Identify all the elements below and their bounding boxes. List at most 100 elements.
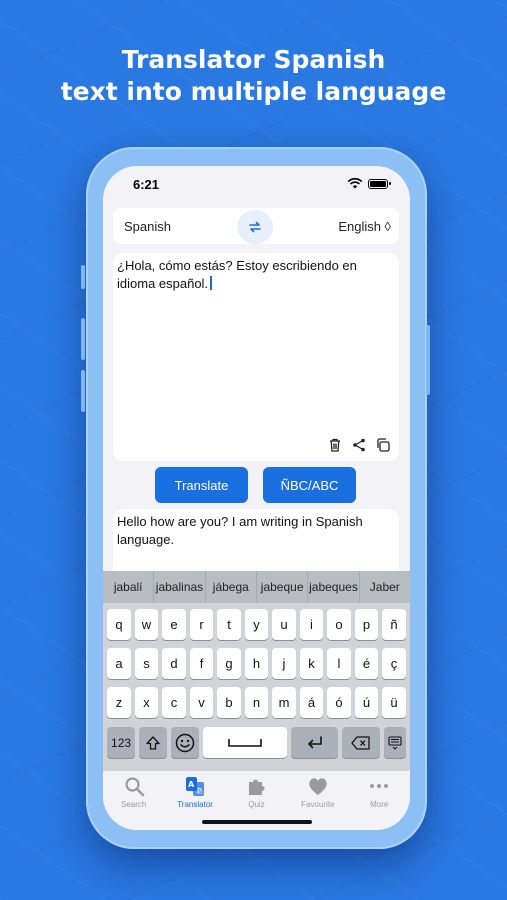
key-á[interactable]: á [299,687,324,718]
svg-text:あ: あ [196,787,203,795]
swap-languages-button[interactable] [237,210,273,244]
tab-label: Favourite [301,800,335,809]
shift-key[interactable] [139,727,168,758]
tab-label: Search [121,800,147,809]
translate-button[interactable]: Translate [155,467,248,503]
return-key[interactable] [291,727,339,758]
heart-icon [309,778,327,795]
status-bar: 6:21 [103,166,410,202]
keyboard-row-4: 123 [107,727,407,758]
backspace-icon [351,735,370,750]
key-l[interactable]: l [327,648,351,679]
key-y[interactable]: y [244,609,269,640]
delete-key[interactable] [342,727,380,758]
space-key[interactable] [203,727,288,758]
trash-icon[interactable] [327,437,343,453]
language-selector-bar: Spanish English ◊ [113,208,399,244]
svg-text:A: A [188,780,195,789]
key-ü[interactable]: ü [382,687,406,718]
key-u[interactable]: u [272,609,296,640]
wifi-icon [347,178,363,189]
puzzle-icon [249,779,265,795]
key-w[interactable]: w [134,609,159,640]
share-icon[interactable] [351,437,367,453]
app-screen: 6:21 Spanish English ◊ ¿Hola, cómo estás… [103,166,410,830]
status-time: 6:21 [133,177,160,192]
key-e[interactable]: e [162,609,186,640]
shift-icon [146,735,160,750]
key-z[interactable]: z [107,687,131,718]
key-ó[interactable]: ó [327,687,351,718]
headline-line-1: Translator Spanish [121,45,386,74]
key-ñ[interactable]: ñ [382,609,406,640]
keyboard-row-2: asdfghjkléç [103,648,410,679]
on-screen-keyboard: jabalí jabalinas jábega jabeque jabeques Jabe… [103,571,410,771]
key-f[interactable]: f [189,648,214,679]
key-s[interactable]: s [134,648,159,679]
keyboard-row-3: zxcvbnmáóúü [103,687,410,718]
key-b[interactable]: b [217,687,241,718]
target-language-select[interactable]: English ◊ [338,219,391,234]
key-h[interactable]: h [244,648,269,679]
translation-output: Hello how are you? I am writing in Spani… [113,509,399,579]
key-n[interactable]: n [244,687,269,718]
key-m[interactable]: m [272,687,296,718]
key-ú[interactable]: ú [354,687,379,718]
phone-volume-down [81,370,85,412]
key-a[interactable]: a [107,648,131,679]
suggestion-item[interactable]: jabalinas [154,571,206,603]
suggestion-item[interactable]: jabeques [308,571,360,603]
promo-headline: Translator Spanish text into multiple la… [0,44,507,108]
suggestion-item[interactable]: jabalí [103,571,155,603]
emoji-key[interactable] [171,727,200,758]
key-t[interactable]: t [217,609,241,640]
emoji-icon [175,733,195,752]
key-g[interactable]: g [217,648,241,679]
key-d[interactable]: d [162,648,186,679]
source-text-value: ¿Hola, cómo estás? Estoy escribiendo en … [117,258,357,291]
phone-mute-switch [81,265,85,289]
source-text-content: ¿Hola, cómo estás? Estoy escribiendo en … [117,257,393,293]
key-i[interactable]: i [299,609,324,640]
text-caret [210,276,213,290]
key-r[interactable]: r [189,609,214,640]
more-icon [370,784,389,788]
key-x[interactable]: x [134,687,159,718]
keyboard-dismiss-icon [388,735,402,750]
tab-label: More [370,800,389,809]
key-p[interactable]: p [354,609,379,640]
suggestion-item[interactable]: jábega [206,571,257,603]
keyboard-switch-button[interactable]: ÑBC/ABC [263,467,356,503]
key-c[interactable]: c [162,687,186,718]
suggestion-bar: jabalí jabalinas jábega jabeque jabeques Jabe… [103,571,410,603]
headline-line-2: text into multiple language [60,77,447,106]
key-q[interactable]: q [107,609,131,640]
search-icon [125,777,144,797]
phone-power-button [426,325,430,395]
key-k[interactable]: k [299,648,324,679]
tab-label: Translator [177,800,213,809]
home-indicator [202,820,312,824]
key-é[interactable]: é [354,648,379,679]
numbers-key[interactable]: 123 [107,727,136,758]
key-v[interactable]: v [189,687,214,718]
keyboard-row-1: qwertyuiopñ [103,609,410,640]
source-text-area[interactable]: ¿Hola, cómo estás? Estoy escribiendo en … [113,253,399,461]
key-ç[interactable]: ç [382,648,406,679]
swap-icon [249,221,261,233]
key-j[interactable]: j [272,648,296,679]
tab-more[interactable]: More [351,775,407,830]
phone-volume-up [81,318,85,360]
keyboard-dismiss-key[interactable] [383,727,407,758]
source-text-actions [327,437,391,453]
key-o[interactable]: o [327,609,351,640]
suggestion-item[interactable]: Jaber [360,571,410,603]
battery-icon [368,178,391,189]
tab-search[interactable]: Search [106,775,162,830]
translation-text: Hello how are you? I am writing in Spani… [117,514,363,547]
source-language-select[interactable]: Spanish [124,219,171,234]
copy-icon[interactable] [375,437,391,453]
translate-icon: Aあ [186,777,205,796]
suggestion-item[interactable]: jabeque [257,571,309,603]
space-icon [228,738,263,747]
